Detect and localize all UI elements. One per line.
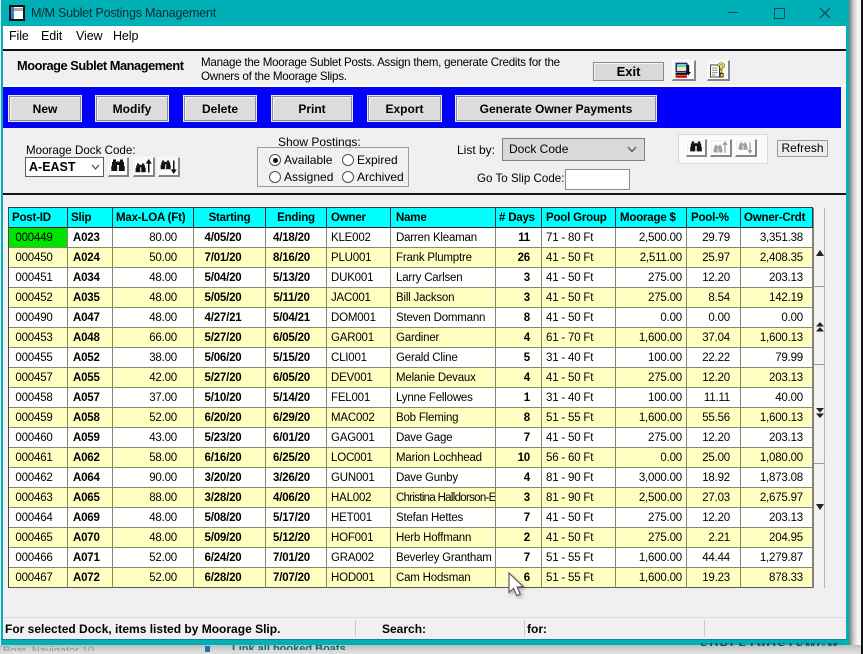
svg-text:?: ? (717, 62, 725, 76)
